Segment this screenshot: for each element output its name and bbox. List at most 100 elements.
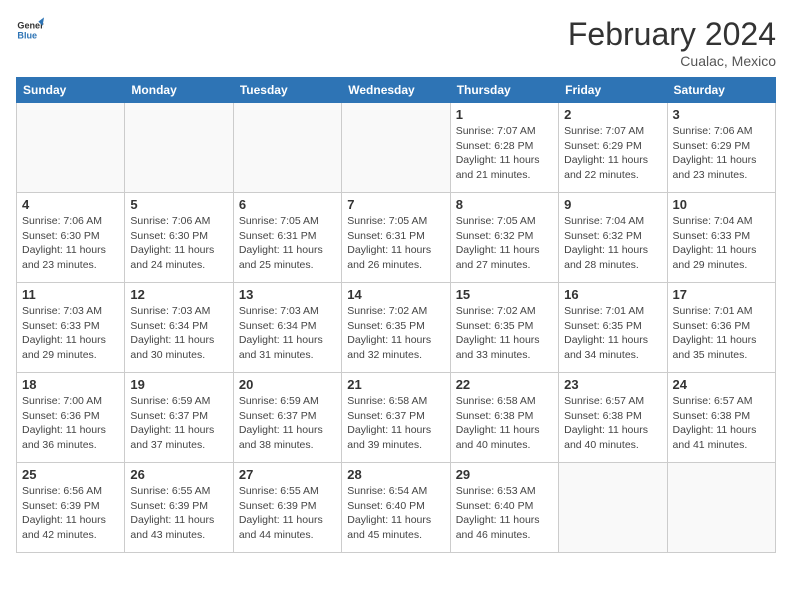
day-info: Sunrise: 7:05 AM Sunset: 6:32 PM Dayligh… bbox=[456, 214, 553, 273]
day-number: 4 bbox=[22, 197, 119, 212]
logo-icon: General Blue bbox=[16, 16, 44, 44]
day-info: Sunrise: 7:04 AM Sunset: 6:32 PM Dayligh… bbox=[564, 214, 661, 273]
day-info: Sunrise: 7:07 AM Sunset: 6:28 PM Dayligh… bbox=[456, 124, 553, 183]
day-info: Sunrise: 7:03 AM Sunset: 6:34 PM Dayligh… bbox=[130, 304, 227, 363]
week-row-3: 18Sunrise: 7:00 AM Sunset: 6:36 PM Dayli… bbox=[17, 373, 776, 463]
day-cell: 28 Sunrise: 6:54 AM Sunset: 6:40 PM Dayli… bbox=[342, 463, 450, 553]
day-number: 6 bbox=[239, 197, 336, 212]
day-info: Sunrise: 7:03 AM Sunset: 6:34 PM Dayligh… bbox=[239, 304, 336, 363]
day-number: 12 bbox=[130, 287, 227, 302]
day-cell: 29 Sunrise: 6:53 AM Sunset: 6:40 PM Dayli… bbox=[450, 463, 558, 553]
weekday-friday: Friday bbox=[559, 78, 667, 103]
day-cell: 13 Sunrise: 7:03 AM Sunset: 6:34 PM Dayli… bbox=[233, 283, 341, 373]
day-cell bbox=[559, 463, 667, 553]
day-cell bbox=[233, 103, 341, 193]
day-info: Sunrise: 7:06 AM Sunset: 6:30 PM Dayligh… bbox=[130, 214, 227, 273]
day-cell: 26 Sunrise: 6:55 AM Sunset: 6:39 PM Dayli… bbox=[125, 463, 233, 553]
day-cell: 15 Sunrise: 7:02 AM Sunset: 6:35 PM Dayli… bbox=[450, 283, 558, 373]
day-number: 22 bbox=[456, 377, 553, 392]
logo: General Blue bbox=[16, 16, 44, 44]
day-number: 8 bbox=[456, 197, 553, 212]
week-row-2: 11Sunrise: 7:03 AM Sunset: 6:33 PM Dayli… bbox=[17, 283, 776, 373]
day-number: 19 bbox=[130, 377, 227, 392]
day-number: 11 bbox=[22, 287, 119, 302]
day-cell: 8 Sunrise: 7:05 AM Sunset: 6:32 PM Daylig… bbox=[450, 193, 558, 283]
day-cell: 17Sunrise: 7:01 AM Sunset: 6:36 PM Dayli… bbox=[667, 283, 775, 373]
day-info: Sunrise: 6:55 AM Sunset: 6:39 PM Dayligh… bbox=[130, 484, 227, 543]
day-info: Sunrise: 7:01 AM Sunset: 6:36 PM Dayligh… bbox=[673, 304, 770, 363]
day-number: 21 bbox=[347, 377, 444, 392]
weekday-header-row: SundayMondayTuesdayWednesdayThursdayFrid… bbox=[17, 78, 776, 103]
week-row-1: 4 Sunrise: 7:06 AM Sunset: 6:30 PM Daylig… bbox=[17, 193, 776, 283]
day-cell: 24 Sunrise: 6:57 AM Sunset: 6:38 PM Dayli… bbox=[667, 373, 775, 463]
day-number: 2 bbox=[564, 107, 661, 122]
day-info: Sunrise: 7:06 AM Sunset: 6:29 PM Dayligh… bbox=[673, 124, 770, 183]
day-number: 9 bbox=[564, 197, 661, 212]
day-info: Sunrise: 7:02 AM Sunset: 6:35 PM Dayligh… bbox=[456, 304, 553, 363]
weekday-tuesday: Tuesday bbox=[233, 78, 341, 103]
day-cell: 14 Sunrise: 7:02 AM Sunset: 6:35 PM Dayli… bbox=[342, 283, 450, 373]
day-number: 7 bbox=[347, 197, 444, 212]
day-number: 14 bbox=[347, 287, 444, 302]
title-block: February 2024 Cualac, Mexico bbox=[568, 16, 776, 69]
day-info: Sunrise: 6:58 AM Sunset: 6:38 PM Dayligh… bbox=[456, 394, 553, 453]
day-cell: 16Sunrise: 7:01 AM Sunset: 6:35 PM Dayli… bbox=[559, 283, 667, 373]
week-row-4: 25 Sunrise: 6:56 AM Sunset: 6:39 PM Dayli… bbox=[17, 463, 776, 553]
location: Cualac, Mexico bbox=[568, 53, 776, 69]
day-info: Sunrise: 7:06 AM Sunset: 6:30 PM Dayligh… bbox=[22, 214, 119, 273]
day-cell: 23 Sunrise: 6:57 AM Sunset: 6:38 PM Dayli… bbox=[559, 373, 667, 463]
calendar-table: SundayMondayTuesdayWednesdayThursdayFrid… bbox=[16, 77, 776, 553]
day-cell bbox=[342, 103, 450, 193]
day-number: 25 bbox=[22, 467, 119, 482]
day-cell: 1Sunrise: 7:07 AM Sunset: 6:28 PM Daylig… bbox=[450, 103, 558, 193]
calendar-body: 1Sunrise: 7:07 AM Sunset: 6:28 PM Daylig… bbox=[17, 103, 776, 553]
weekday-saturday: Saturday bbox=[667, 78, 775, 103]
day-number: 23 bbox=[564, 377, 661, 392]
day-number: 5 bbox=[130, 197, 227, 212]
day-info: Sunrise: 7:07 AM Sunset: 6:29 PM Dayligh… bbox=[564, 124, 661, 183]
day-cell: 9 Sunrise: 7:04 AM Sunset: 6:32 PM Daylig… bbox=[559, 193, 667, 283]
page-header: General Blue February 2024 Cualac, Mexic… bbox=[16, 16, 776, 69]
day-cell: 18Sunrise: 7:00 AM Sunset: 6:36 PM Dayli… bbox=[17, 373, 125, 463]
day-info: Sunrise: 7:05 AM Sunset: 6:31 PM Dayligh… bbox=[239, 214, 336, 273]
month-title: February 2024 bbox=[568, 16, 776, 53]
day-cell: 10Sunrise: 7:04 AM Sunset: 6:33 PM Dayli… bbox=[667, 193, 775, 283]
day-cell: 20Sunrise: 6:59 AM Sunset: 6:37 PM Dayli… bbox=[233, 373, 341, 463]
day-info: Sunrise: 6:58 AM Sunset: 6:37 PM Dayligh… bbox=[347, 394, 444, 453]
day-info: Sunrise: 6:57 AM Sunset: 6:38 PM Dayligh… bbox=[673, 394, 770, 453]
day-number: 3 bbox=[673, 107, 770, 122]
day-cell: 11Sunrise: 7:03 AM Sunset: 6:33 PM Dayli… bbox=[17, 283, 125, 373]
day-info: Sunrise: 6:53 AM Sunset: 6:40 PM Dayligh… bbox=[456, 484, 553, 543]
day-number: 26 bbox=[130, 467, 227, 482]
weekday-sunday: Sunday bbox=[17, 78, 125, 103]
day-cell: 21 Sunrise: 6:58 AM Sunset: 6:37 PM Dayli… bbox=[342, 373, 450, 463]
day-cell bbox=[125, 103, 233, 193]
day-info: Sunrise: 6:55 AM Sunset: 6:39 PM Dayligh… bbox=[239, 484, 336, 543]
day-number: 18 bbox=[22, 377, 119, 392]
day-number: 28 bbox=[347, 467, 444, 482]
day-cell: 4 Sunrise: 7:06 AM Sunset: 6:30 PM Daylig… bbox=[17, 193, 125, 283]
weekday-monday: Monday bbox=[125, 78, 233, 103]
svg-text:Blue: Blue bbox=[17, 30, 37, 40]
day-cell bbox=[17, 103, 125, 193]
day-cell: 22 Sunrise: 6:58 AM Sunset: 6:38 PM Dayli… bbox=[450, 373, 558, 463]
day-cell: 12 Sunrise: 7:03 AM Sunset: 6:34 PM Dayli… bbox=[125, 283, 233, 373]
day-cell: 7Sunrise: 7:05 AM Sunset: 6:31 PM Daylig… bbox=[342, 193, 450, 283]
day-info: Sunrise: 7:02 AM Sunset: 6:35 PM Dayligh… bbox=[347, 304, 444, 363]
day-number: 20 bbox=[239, 377, 336, 392]
day-info: Sunrise: 6:54 AM Sunset: 6:40 PM Dayligh… bbox=[347, 484, 444, 543]
day-info: Sunrise: 6:59 AM Sunset: 6:37 PM Dayligh… bbox=[130, 394, 227, 453]
day-info: Sunrise: 6:56 AM Sunset: 6:39 PM Dayligh… bbox=[22, 484, 119, 543]
day-cell bbox=[667, 463, 775, 553]
day-cell: 5 Sunrise: 7:06 AM Sunset: 6:30 PM Daylig… bbox=[125, 193, 233, 283]
day-info: Sunrise: 6:57 AM Sunset: 6:38 PM Dayligh… bbox=[564, 394, 661, 453]
week-row-0: 1Sunrise: 7:07 AM Sunset: 6:28 PM Daylig… bbox=[17, 103, 776, 193]
weekday-wednesday: Wednesday bbox=[342, 78, 450, 103]
day-number: 29 bbox=[456, 467, 553, 482]
day-cell: 25 Sunrise: 6:56 AM Sunset: 6:39 PM Dayli… bbox=[17, 463, 125, 553]
day-number: 13 bbox=[239, 287, 336, 302]
day-number: 15 bbox=[456, 287, 553, 302]
day-number: 24 bbox=[673, 377, 770, 392]
day-number: 10 bbox=[673, 197, 770, 212]
day-cell: 6 Sunrise: 7:05 AM Sunset: 6:31 PM Daylig… bbox=[233, 193, 341, 283]
